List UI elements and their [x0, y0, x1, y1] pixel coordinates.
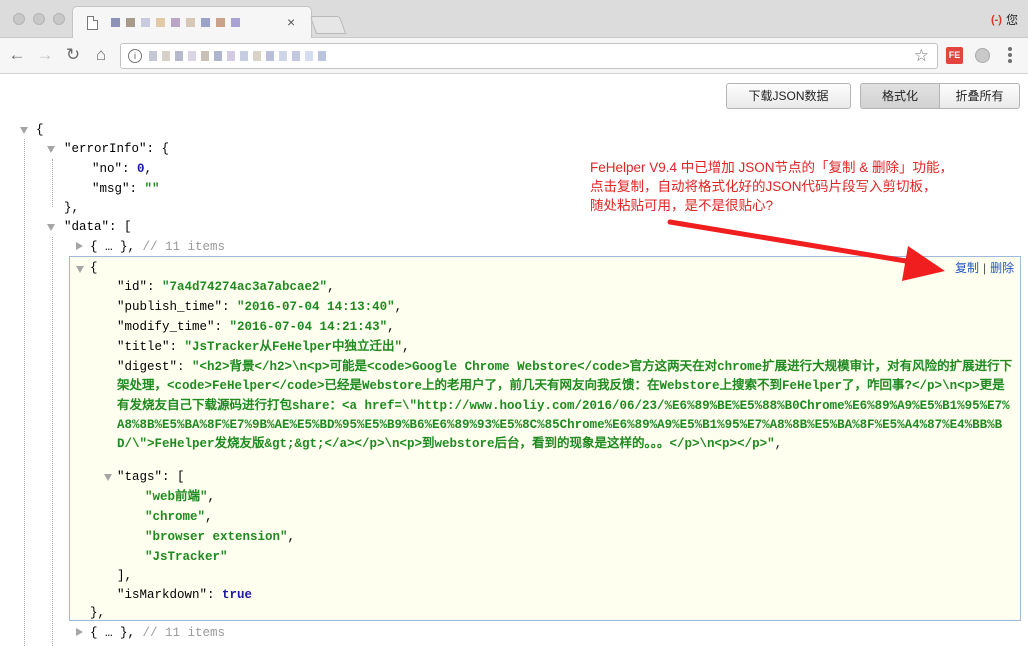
json-close-brace: },	[90, 606, 106, 620]
json-root-open: {	[36, 123, 44, 137]
json-row-msg: "msg": ""	[92, 182, 160, 196]
node-actions: 复制 | 删除	[955, 259, 1014, 276]
collapse-toggle-icon[interactable]	[47, 146, 55, 153]
annotation-line: 随处粘贴可用，是不是很贴心?	[590, 198, 774, 213]
annotation-line: FeHelper V9.4 中已增加 JSON节点的「复制 & 删除」功能，	[590, 160, 954, 175]
json-close-bracket: ],	[117, 569, 133, 583]
json-collapsed-item[interactable]: { … }, // 11 items	[90, 623, 225, 643]
new-tab-button[interactable]	[309, 16, 347, 34]
expand-toggle-icon[interactable]	[76, 242, 83, 250]
maximize-window-icon[interactable]	[53, 13, 65, 25]
close-tab-icon[interactable]: ×	[287, 14, 295, 30]
browser-menu-icon[interactable]	[1008, 47, 1012, 63]
copy-node-button[interactable]: 复制	[955, 261, 979, 275]
json-row-data: "data": [	[64, 220, 132, 234]
page-icon	[87, 16, 98, 30]
profile-icon: (-)	[990, 13, 1002, 26]
info-icon[interactable]: i	[128, 49, 142, 63]
action-separator: |	[983, 261, 987, 275]
json-row-id: "id": "7a4d74274ac3a7abcae2",	[117, 280, 335, 294]
collapse-toggle-icon[interactable]	[104, 474, 112, 481]
json-row-modify-time: "modify_time": "2016-07-04 14:21:43",	[117, 320, 395, 334]
address-url	[149, 51, 339, 63]
indent-guide	[52, 237, 53, 646]
json-row-digest: "digest": "<h2>背景</h2>\n<p>可能是<code>Goog…	[117, 360, 1013, 452]
profile-label: 您	[1005, 13, 1018, 27]
profile-button[interactable]: (-) 您	[991, 11, 1018, 28]
json-tag-item: "web前端",	[145, 490, 216, 504]
json-row-no: "no": 0,	[92, 162, 153, 176]
extension-icon[interactable]	[975, 48, 990, 63]
json-row-isMarkdown: "isMarkdown": true	[117, 588, 253, 602]
indent-guide	[52, 159, 53, 207]
collapse-toggle-icon[interactable]	[20, 127, 28, 134]
format-button[interactable]: 格式化	[860, 83, 940, 109]
tab-strip: × (-) 您	[0, 0, 1028, 38]
forward-arrow-icon[interactable]: →	[34, 44, 56, 66]
minimize-window-icon[interactable]	[33, 13, 45, 25]
delete-node-button[interactable]: 删除	[990, 261, 1014, 275]
download-json-button[interactable]: 下载JSON数据	[726, 83, 851, 109]
reload-icon[interactable]: ↻	[62, 44, 84, 66]
collapse-toggle-icon[interactable]	[47, 224, 55, 231]
json-tag-item: "browser extension",	[145, 530, 296, 544]
home-icon[interactable]: ⌂	[90, 44, 112, 66]
indent-guide	[24, 139, 25, 646]
json-close-brace: },	[64, 201, 80, 215]
json-collapsed-item[interactable]: { … }, // 11 items	[90, 237, 225, 257]
annotation-line: 点击复制，自动将格式化好的JSON代码片段写入剪切板，	[590, 179, 937, 194]
json-row-tags: "tags": [	[117, 470, 185, 484]
json-row-publish-time: "publish_time": "2016-07-04 14:13:40",	[117, 300, 403, 314]
fehelper-extension-icon[interactable]: FE	[946, 47, 963, 64]
feature-annotation: FeHelper V9.4 中已增加 JSON节点的「复制 & 删除」功能， 点…	[590, 158, 1010, 215]
close-window-icon[interactable]	[13, 13, 25, 25]
browser-toolbar: ← → ↻ ⌂ i ☆	[0, 38, 1028, 74]
bookmark-star-icon[interactable]: ☆	[914, 46, 929, 66]
back-arrow-icon[interactable]: ←	[6, 44, 28, 66]
json-row-title: "title": "JsTracker从FeHelper中独立迁出",	[117, 340, 410, 354]
tab-title	[111, 15, 281, 29]
address-bar[interactable]: i ☆	[120, 43, 938, 69]
fold-all-button[interactable]: 折叠所有	[940, 83, 1020, 109]
json-item-open: {	[90, 261, 98, 275]
expand-toggle-icon[interactable]	[76, 628, 83, 636]
json-tag-item: "chrome",	[145, 510, 213, 524]
browser-tab[interactable]: ×	[72, 6, 312, 38]
json-row-errorInfo: "errorInfo": {	[64, 142, 170, 156]
collapse-toggle-icon[interactable]	[76, 266, 84, 273]
json-tag-item: "JsTracker"	[145, 550, 228, 564]
